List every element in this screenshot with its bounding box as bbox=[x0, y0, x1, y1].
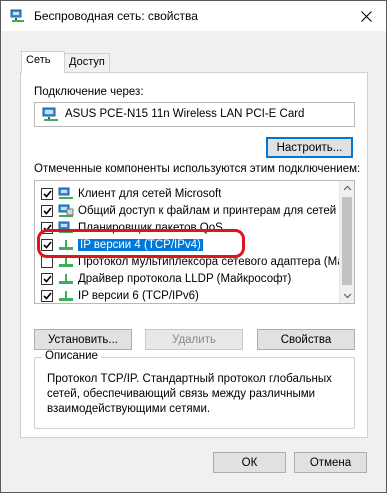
list-item-label: IP версии 4 (TCP/IPv4) bbox=[78, 238, 203, 251]
list-item[interactable]: Планировщик пакетов QoS bbox=[35, 219, 341, 236]
checkmark-icon bbox=[42, 240, 52, 249]
uninstall-button-label: Удалить bbox=[172, 333, 216, 346]
ok-button[interactable]: ОК bbox=[213, 452, 286, 473]
close-button[interactable] bbox=[346, 1, 386, 31]
list-item-label: IP версии 6 (TCP/IPv6) bbox=[78, 289, 199, 302]
vertical-scrollbar[interactable] bbox=[339, 181, 354, 303]
adapter-field: ASUS PCE-N15 11n Wireless LAN PCI-E Card bbox=[34, 102, 355, 127]
properties-button-label: Свойства bbox=[280, 333, 332, 346]
title-bar[interactable]: Беспроводная сеть: свойства bbox=[1, 1, 386, 31]
protocol-icon bbox=[59, 290, 73, 301]
uninstall-button[interactable]: Удалить bbox=[145, 329, 243, 350]
window-title: Беспроводная сеть: свойства bbox=[34, 9, 198, 23]
checkmark-icon bbox=[42, 189, 52, 198]
protocol-icon bbox=[59, 273, 73, 284]
list-item-selected[interactable]: IP версии 4 (TCP/IPv4) bbox=[35, 236, 341, 253]
network-tab-panel: Подключение через: ASUS PCE-N15 11n Wire… bbox=[20, 72, 368, 438]
tab-network-label: Сеть bbox=[26, 54, 51, 66]
qos-scheduler-icon bbox=[58, 221, 73, 233]
list-item[interactable]: Клиент для сетей Microsoft bbox=[35, 185, 341, 202]
connect-using-label: Подключение через: bbox=[34, 86, 144, 98]
list-item-label: Общий доступ к файлам и принтерам для се… bbox=[78, 204, 341, 217]
close-icon bbox=[360, 10, 372, 22]
checkbox[interactable] bbox=[41, 238, 53, 251]
properties-button[interactable]: Свойства bbox=[257, 329, 355, 350]
file-sharing-icon bbox=[58, 204, 74, 217]
list-item[interactable]: IP версии 6 (TCP/IPv6) bbox=[35, 287, 341, 303]
scroll-up-icon[interactable] bbox=[343, 184, 352, 193]
configure-button-label: Настроить... bbox=[276, 141, 343, 154]
cancel-button-label: Отмена bbox=[309, 456, 352, 469]
checkbox[interactable] bbox=[41, 204, 53, 217]
ok-button-label: ОК bbox=[241, 456, 258, 469]
list-item[interactable]: Драйвер протокола LLDP (Майкрософт) bbox=[35, 270, 341, 287]
description-title: Описание bbox=[42, 350, 101, 362]
description-group: Описание Протокол TCP/IP. Стандартный пр… bbox=[34, 350, 355, 429]
scroll-down-icon[interactable] bbox=[343, 291, 352, 300]
cancel-button[interactable]: Отмена bbox=[294, 452, 367, 473]
tab-sharing-label: Доступ bbox=[69, 56, 105, 68]
components-label: Отмеченные компоненты используются этим … bbox=[34, 163, 361, 175]
list-item-label: Клиент для сетей Microsoft bbox=[78, 187, 222, 200]
checkbox[interactable] bbox=[41, 187, 53, 200]
list-item[interactable]: Общий доступ к файлам и принтерам для се… bbox=[35, 202, 341, 219]
properties-dialog: Беспроводная сеть: свойства Сеть Доступ … bbox=[0, 0, 387, 493]
network-client-icon bbox=[58, 187, 73, 199]
checkbox[interactable] bbox=[41, 255, 53, 268]
checkmark-icon bbox=[42, 291, 52, 300]
checkmark-icon bbox=[42, 206, 52, 215]
list-item[interactable]: Протокол мультиплексора сетевого адаптер… bbox=[35, 253, 341, 270]
install-button-label: Установить... bbox=[48, 333, 118, 346]
checkbox[interactable] bbox=[41, 221, 53, 234]
checkbox[interactable] bbox=[41, 289, 53, 302]
adapter-name: ASUS PCE-N15 11n Wireless LAN PCI-E Card bbox=[65, 108, 305, 120]
network-adapter-icon bbox=[10, 9, 24, 22]
checkbox[interactable] bbox=[41, 272, 53, 285]
checkmark-icon bbox=[42, 274, 52, 283]
protocol-icon bbox=[59, 256, 73, 267]
network-card-icon bbox=[42, 107, 58, 121]
checkmark-icon bbox=[42, 223, 52, 232]
tab-sharing[interactable]: Доступ bbox=[64, 53, 110, 73]
protocol-icon bbox=[59, 239, 73, 250]
tab-network[interactable]: Сеть bbox=[21, 51, 65, 73]
description-text: Протокол TCP/IP. Стандартный протокол гл… bbox=[47, 373, 332, 415]
install-button[interactable]: Установить... bbox=[34, 329, 132, 350]
scrollbar-thumb[interactable] bbox=[342, 197, 352, 285]
configure-button[interactable]: Настроить... bbox=[266, 137, 353, 158]
components-list[interactable]: Клиент для сетей Microsoft Общий доступ … bbox=[34, 180, 355, 304]
list-item-label: Протокол мультиплексора сетевого адаптер… bbox=[78, 255, 341, 268]
list-item-label: Драйвер протокола LLDP (Майкрософт) bbox=[78, 272, 292, 285]
list-item-label: Планировщик пакетов QoS bbox=[78, 221, 223, 234]
